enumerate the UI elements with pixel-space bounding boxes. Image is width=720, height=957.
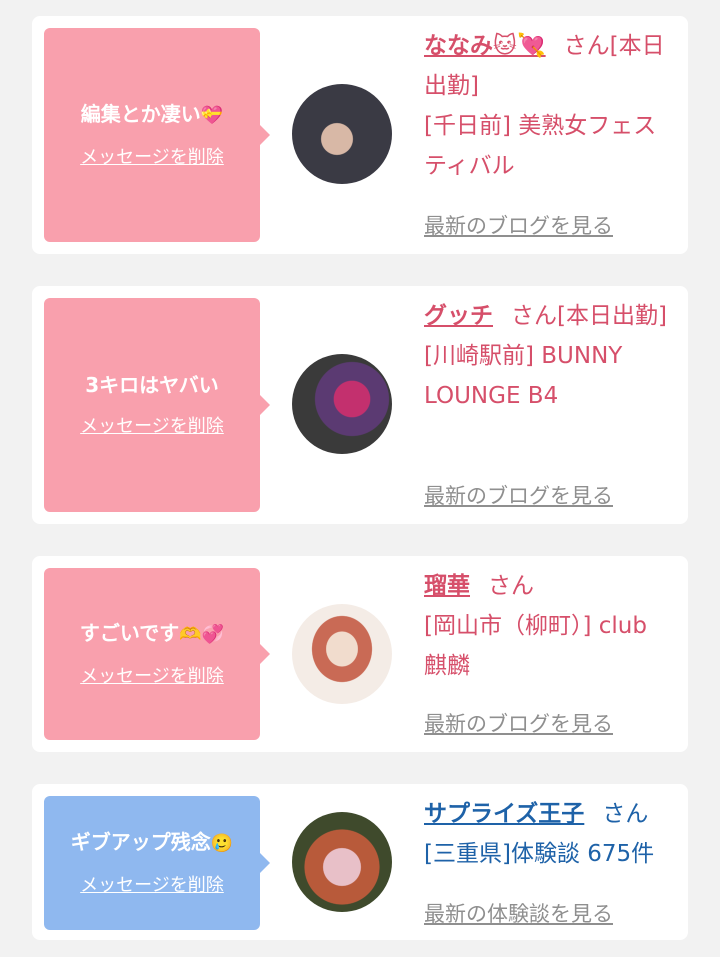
avatar[interactable] [292,84,392,184]
avatar[interactable] [292,812,392,912]
avatar[interactable] [292,354,392,454]
honorific: さん [563,33,610,59]
review-count: [三重県]体験談 675件 [424,841,655,867]
delete-message-link[interactable]: メッセージを削除 [80,412,224,438]
message-card: 編集とか凄い💝 メッセージを削除 ななみ🐱💘 さん[本日出勤] [千日前] 美熟女… [32,16,688,254]
avatar[interactable] [292,604,392,704]
smiling-tear-emoji-icon: 🥲 [210,833,234,854]
profile-name-link[interactable]: ななみ🐱💘 [424,33,546,59]
heart-hands-emoji-icon: 🫶💞 [179,624,225,645]
honorific: さん [602,801,649,827]
delete-message-link[interactable]: メッセージを削除 [80,871,224,897]
profile-name-link[interactable]: グッチ [424,303,493,329]
profile-info: 瑠華 さん [岡山市（柳町）] club 麒麟 [424,566,674,686]
profile-name-link[interactable]: サプライズ王子 [424,801,584,827]
heart-emoji-icon: 💝 [200,105,224,126]
message-bubble: 3キロはヤバい メッセージを削除 [44,298,270,512]
message-text: 編集とか凄い💝 [80,102,224,126]
honorific: さん [511,303,557,329]
message-bubble: すごいです🫶💞 メッセージを削除 [44,568,270,740]
attendance-status: [本日出勤] [557,303,667,329]
message-text: 3キロはヤバい [85,373,219,397]
profile-info: サプライズ王子 さん [三重県]体験談 675件 [424,794,674,874]
shop-name: [川崎駅前] BUNNY LOUNGE B4 [424,343,623,409]
latest-blog-link[interactable]: 最新のブログを見る [424,480,613,510]
message-card: 3キロはヤバい メッセージを削除 グッチ さん[本日出勤] [川崎駅前] BUNN… [32,286,688,524]
delete-message-link[interactable]: メッセージを削除 [80,662,224,688]
message-text: ギブアップ残念🥲 [70,830,234,854]
profile-name-link[interactable]: 瑠華 [424,573,470,599]
message-bubble: 編集とか凄い💝 メッセージを削除 [44,28,270,242]
shop-name: [千日前] 美熟女フェスティバル [424,113,657,179]
message-bubble: ギブアップ残念🥲 メッセージを削除 [44,796,270,930]
profile-info: ななみ🐱💘 さん[本日出勤] [千日前] 美熟女フェスティバル [424,26,674,186]
message-card: ギブアップ残念🥲 メッセージを削除 サプライズ王子 さん [三重県]体験談 675… [32,784,688,940]
profile-info: グッチ さん[本日出勤] [川崎駅前] BUNNY LOUNGE B4 [424,296,674,416]
latest-blog-link[interactable]: 最新のブログを見る [424,708,613,738]
latest-blog-link[interactable]: 最新のブログを見る [424,210,613,240]
message-text: すごいです🫶💞 [79,621,225,645]
latest-review-link[interactable]: 最新の体験談を見る [424,898,613,928]
honorific: さん [488,573,534,599]
cat-heart-emoji-icon: 🐱💘 [493,33,546,59]
shop-name: [岡山市（柳町）] club 麒麟 [424,613,647,679]
delete-message-link[interactable]: メッセージを削除 [80,143,224,169]
message-card: すごいです🫶💞 メッセージを削除 瑠華 さん [岡山市（柳町）] club 麒麟 … [32,556,688,752]
